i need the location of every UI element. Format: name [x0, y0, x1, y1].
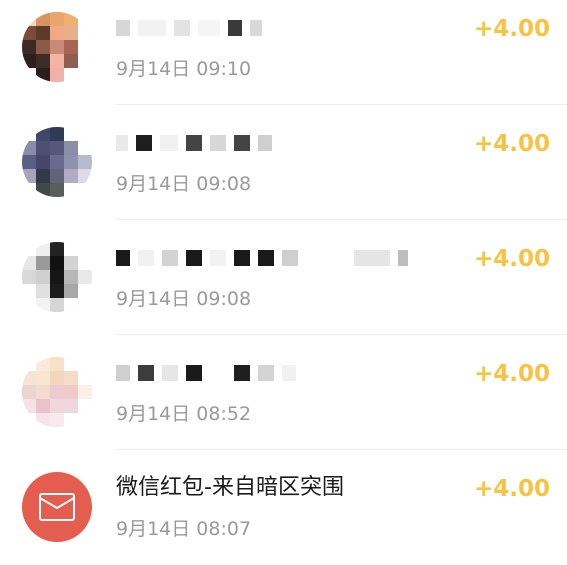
transaction-title [116, 244, 408, 272]
red-packet-icon [22, 472, 92, 542]
transaction-row[interactable]: 9月14日 09:08 +4.00 [0, 220, 567, 335]
avatar [22, 242, 92, 312]
transaction-row[interactable]: 9月14日 09:08 +4.00 [0, 105, 567, 220]
transaction-time: 9月14日 08:52 [116, 403, 252, 425]
redacted-title [116, 359, 296, 387]
redacted-title [116, 14, 262, 42]
redacted-title [116, 129, 272, 157]
transaction-row[interactable]: 9月14日 09:10 +4.00 [0, 0, 567, 105]
transaction-list: 9月14日 09:10 +4.00 9月14日 09:08 +4.00 9月14… [0, 0, 567, 553]
transaction-amount: +4.00 [473, 476, 550, 502]
transaction-time: 9月14日 09:10 [116, 58, 252, 80]
transaction-title [116, 14, 262, 42]
transaction-title [116, 359, 296, 387]
transaction-amount: +4.00 [473, 131, 550, 157]
redacted-title [116, 244, 408, 272]
avatar [22, 12, 92, 82]
envelope-icon [39, 493, 75, 521]
transaction-time: 9月14日 08:07 [116, 518, 252, 540]
transaction-row[interactable]: 9月14日 08:52 +4.00 [0, 335, 567, 450]
transaction-time: 9月14日 09:08 [116, 173, 252, 195]
avatar [22, 357, 92, 427]
transaction-title: 微信红包-来自暗区突围 [116, 475, 344, 500]
transaction-time: 9月14日 09:08 [116, 288, 252, 310]
avatar [22, 127, 92, 197]
transaction-amount: +4.00 [473, 16, 550, 42]
transaction-row[interactable]: 微信红包-来自暗区突围 9月14日 08:07 +4.00 [0, 450, 567, 565]
transaction-amount: +4.00 [473, 361, 550, 387]
transaction-amount: +4.00 [473, 246, 550, 272]
transaction-title [116, 129, 272, 157]
